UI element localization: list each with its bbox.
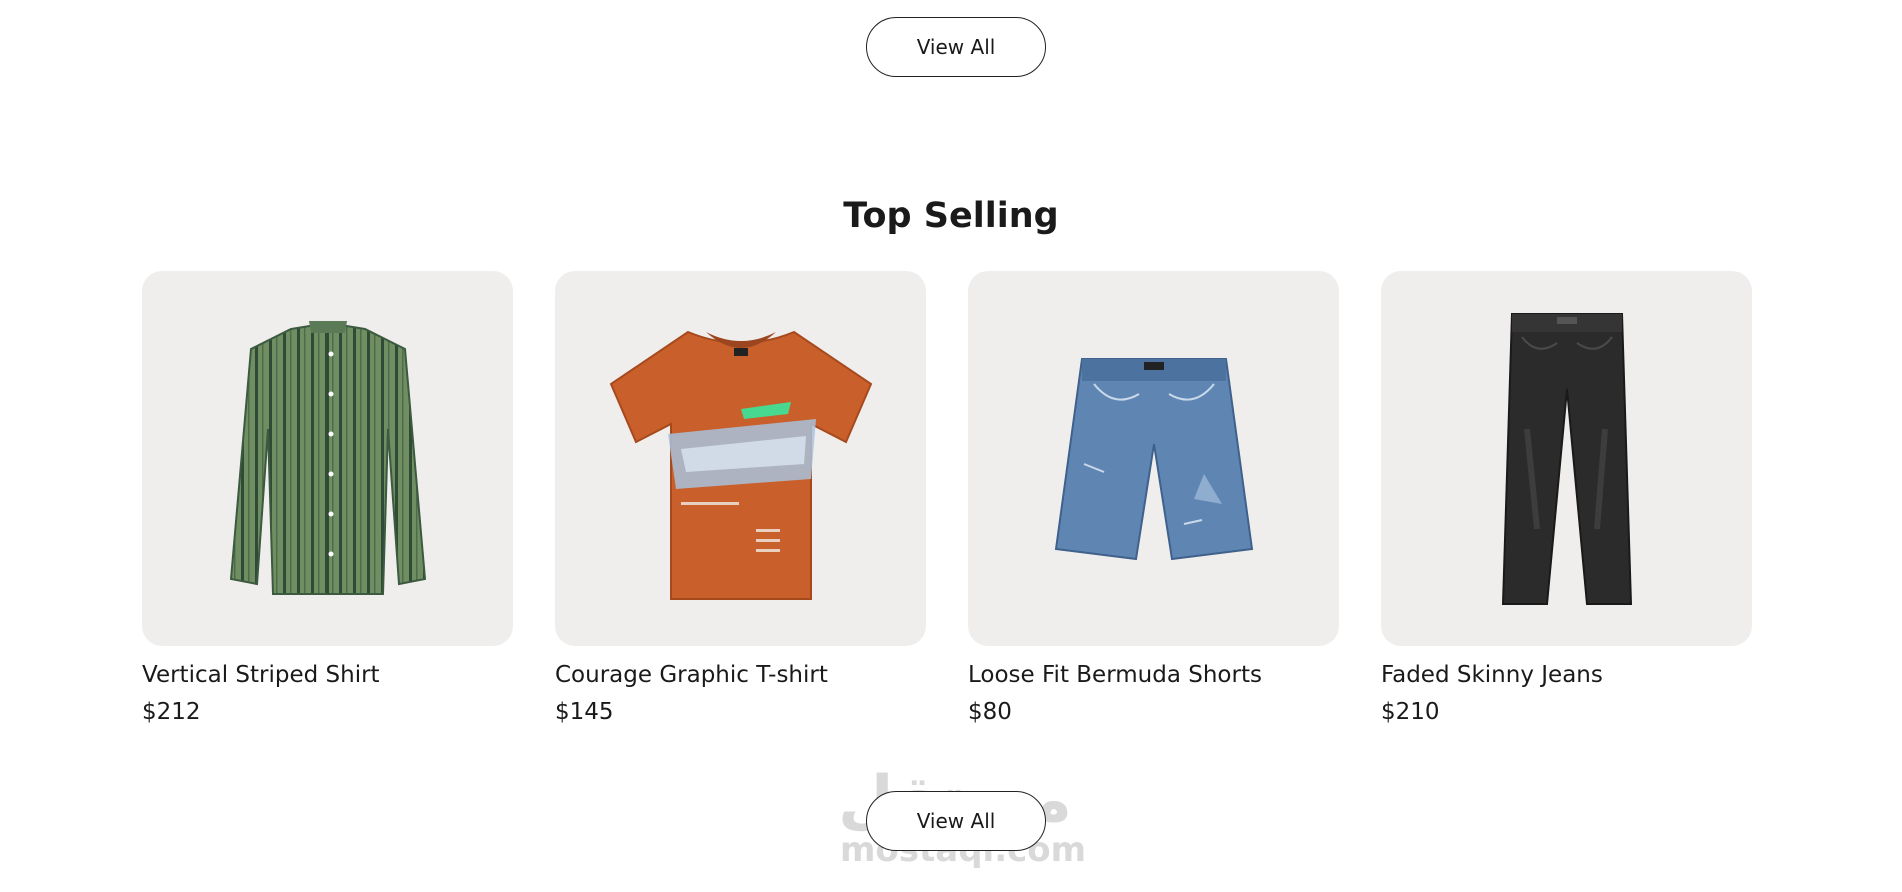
product-name[interactable]: Faded Skinny Jeans — [1381, 662, 1752, 690]
graphic-tshirt-image — [609, 330, 872, 600]
view-all-button-bottom[interactable]: View All — [866, 791, 1046, 851]
product-card[interactable]: Faded Skinny Jeans $210 — [1381, 271, 1752, 726]
product-card[interactable]: Courage Graphic T-shirt $145 — [555, 271, 926, 726]
product-image[interactable] — [1381, 271, 1752, 646]
product-grid: Vertical Striped Shirt $212 Courage Grap… — [142, 271, 1752, 726]
product-name[interactable]: Loose Fit Bermuda Shorts — [968, 662, 1339, 690]
product-name[interactable]: Courage Graphic T-shirt — [555, 662, 926, 690]
denim-shorts-image — [1054, 357, 1253, 560]
striped-shirt-image — [229, 320, 426, 595]
product-price: $80 — [968, 698, 1012, 725]
product-price: $145 — [555, 698, 614, 725]
product-image[interactable] — [968, 271, 1339, 646]
product-image[interactable] — [555, 271, 926, 646]
section-title: Top Selling — [843, 196, 1059, 236]
product-price: $210 — [1381, 698, 1440, 725]
product-name[interactable]: Vertical Striped Shirt — [142, 662, 513, 690]
skinny-jeans-image — [1501, 312, 1632, 605]
view-all-button-top[interactable]: View All — [866, 17, 1046, 77]
product-image[interactable] — [142, 271, 513, 646]
product-price: $212 — [142, 698, 201, 725]
product-card[interactable]: Vertical Striped Shirt $212 — [142, 271, 513, 726]
product-card[interactable]: Loose Fit Bermuda Shorts $80 — [968, 271, 1339, 726]
